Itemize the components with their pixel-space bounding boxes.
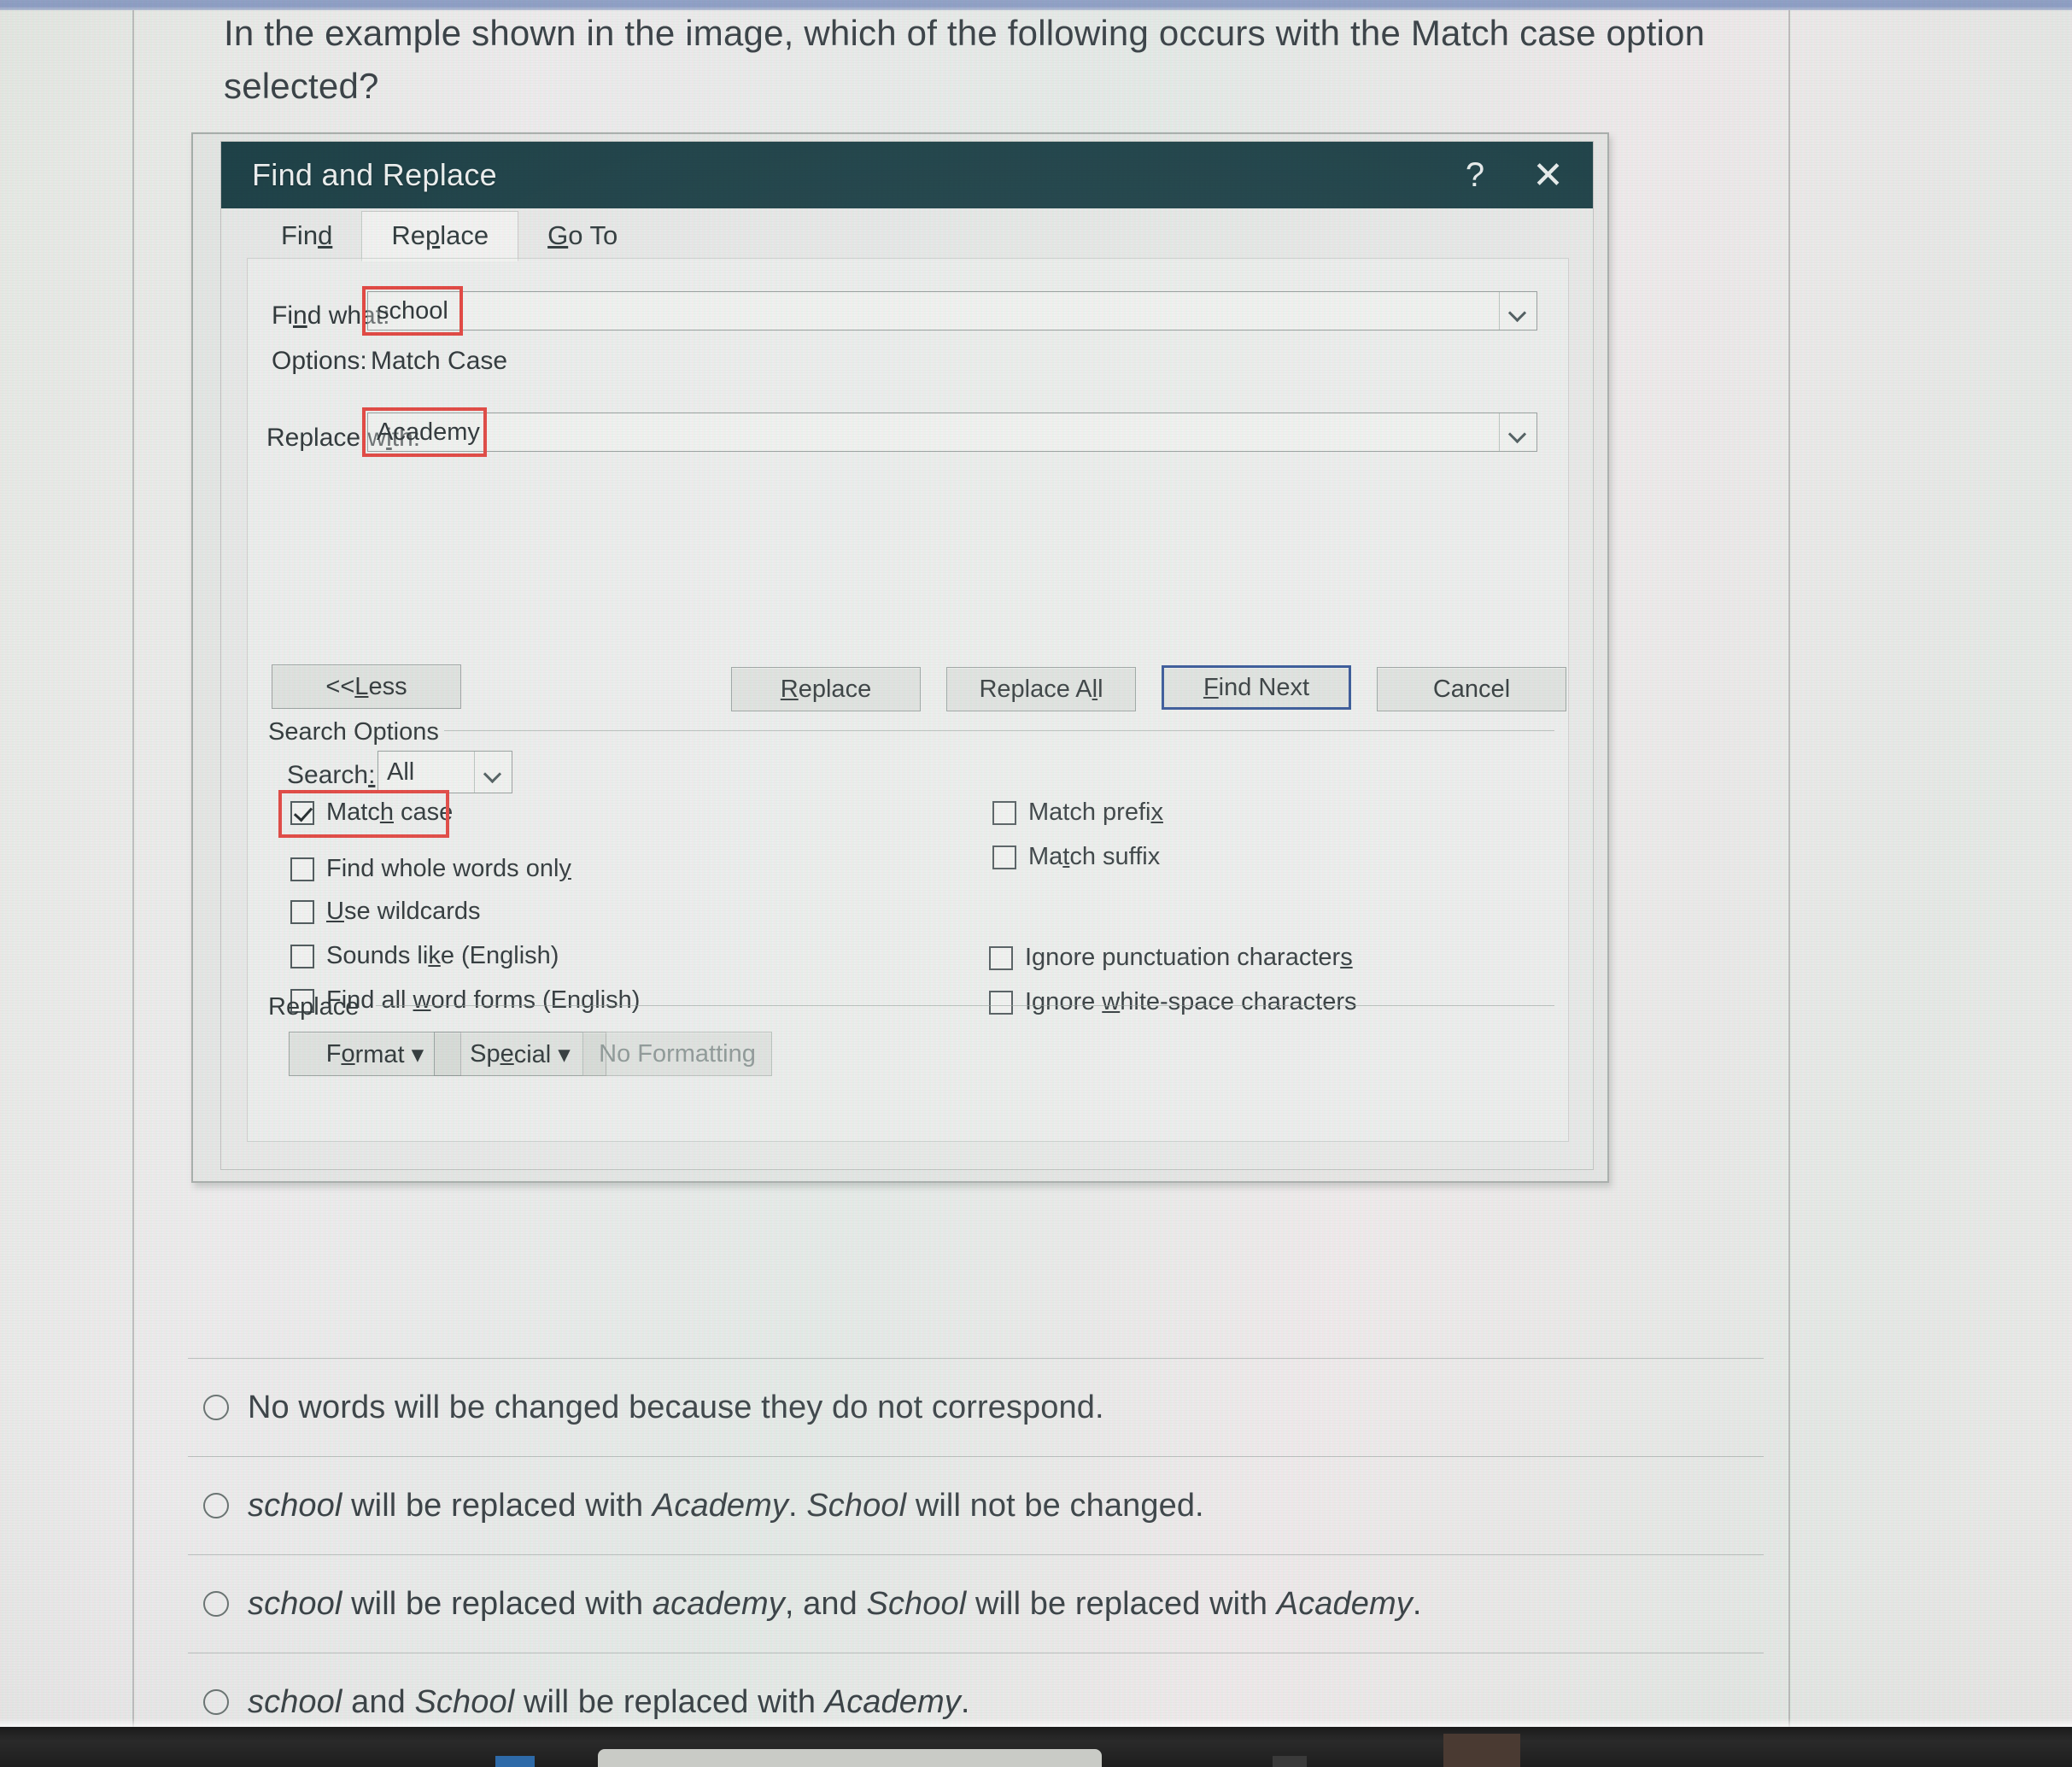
replace-tab-panel: Find what: school Options: Match Case Re… [247,258,1569,1142]
cancel-button: Cancel [1377,667,1566,711]
replace-with-value: Academy [377,418,480,446]
bezel-marker-left [495,1756,535,1767]
chevron-down-icon [486,768,501,776]
radio-icon[interactable] [203,1395,229,1420]
answer-option-2-text: school will be replaced with Academy. Sc… [248,1487,1204,1524]
help-icon[interactable]: ? [1466,156,1484,195]
search-value: All [387,758,415,786]
special-button[interactable]: Sp e cial ▾ [434,1032,606,1076]
checkbox-ignore-punctuation[interactable]: Ignore punctuation characters [989,944,1353,972]
checkbox-label-match-suffix: Match suffix [1028,843,1161,870]
checkbox-match-suffix[interactable]: Match suffix [992,843,1160,871]
checkbox-icon[interactable] [992,845,1016,869]
checkbox-label-ignore-white-space: Ignore white-space characters [1025,988,1357,1015]
search-options-group-line [444,730,1554,731]
checkbox-use-wildcards[interactable]: Use wildcards [290,898,481,926]
answer-option-3-text: school will be replaced with academy, an… [248,1585,1422,1622]
no-formatting-button: No Formatting [582,1032,772,1076]
find-and-replace-dialog: Find and Replace ? ✕ Find Replace Go To … [220,141,1594,1170]
checkbox-icon[interactable] [290,944,314,968]
options-label: Options: [272,347,367,375]
find-next-button[interactable]: Find Next [1162,665,1351,710]
find-what-combobox[interactable]: school [367,291,1537,331]
replace-button[interactable]: Replace [731,667,921,711]
replace-all-button[interactable]: Replace All [946,667,1136,711]
dialog-titlebar: Find and Replace ? ✕ [221,142,1593,208]
chevron-down-icon [1511,307,1526,315]
page-left-rule [132,10,134,1727]
tab-replace[interactable]: Replace [361,211,519,261]
checkbox-label-ignore-punctuation: Ignore punctuation characters [1025,944,1353,971]
replace-group-line [376,1005,1554,1006]
checkbox-ignore-white-space[interactable]: Ignore white-space characters [989,988,1357,1016]
search-combobox[interactable]: All [378,751,512,793]
checkbox-find-whole-words-only[interactable]: Find whole words only [290,855,571,883]
answer-option-3[interactable]: school will be replaced with academy, an… [188,1554,1764,1653]
search-label: Search: [287,761,376,789]
tab-find[interactable]: Find [252,212,361,261]
answer-option-1[interactable]: No words will be changed because they do… [188,1358,1764,1456]
close-icon[interactable]: ✕ [1532,154,1564,197]
radio-icon[interactable] [203,1591,229,1617]
checkbox-sounds-like[interactable]: Sounds like (English) [290,942,559,970]
checkbox-label-sounds-like: Sounds like (English) [326,942,559,969]
photographed-screen: In the example shown in the image, which… [0,0,2072,1767]
radio-icon[interactable] [203,1493,229,1518]
checkbox-match-case[interactable]: Match case [290,799,453,827]
options-value: Match Case [371,347,508,375]
less-button[interactable]: << Less [272,664,461,709]
replace-group-label: Replace [268,993,360,1021]
search-dropdown-arrow[interactable] [474,752,512,793]
find-what-value: school [377,296,448,325]
answer-option-4-text: school and School will be replaced with … [248,1683,970,1720]
checkbox-icon-checked[interactable] [290,800,314,825]
checkbox-label-find-whole-words-only: Find whole words only [326,855,571,882]
answer-option-1-text: No words will be changed because they do… [248,1389,1104,1425]
checkbox-label-use-wildcards: Use wildcards [326,898,481,925]
answer-options-list: No words will be changed because they do… [188,1358,1764,1751]
replace-with-dropdown-arrow[interactable] [1499,413,1536,451]
dialog-title: Find and Replace [252,157,497,192]
replace-with-combobox[interactable]: Academy [367,412,1537,452]
dialog-tabstrip: Find Replace Go To [221,208,1593,261]
bezel-notch [598,1749,1102,1767]
bezel-marker-right [1273,1756,1307,1767]
bezel-marker-far-right [1443,1734,1520,1767]
checkbox-icon[interactable] [989,945,1013,970]
search-options-group-label: Search Options [268,718,439,746]
answer-option-2[interactable]: school will be replaced with Academy. Sc… [188,1456,1764,1554]
checkbox-label-find-all-word-forms: Find all word forms (English) [326,986,641,1014]
checkbox-match-prefix[interactable]: Match prefix [992,799,1163,827]
checkbox-icon[interactable] [290,857,314,881]
question-text: In the example shown in the image, which… [224,13,1706,106]
checkbox-label-match-case: Match case [326,799,454,826]
radio-icon[interactable] [203,1689,229,1715]
chevron-down-icon [1511,428,1526,436]
checkbox-icon[interactable] [989,990,1013,1015]
checkbox-label-match-prefix: Match prefix [1028,799,1163,826]
checkbox-icon[interactable] [290,899,314,924]
tab-go-to[interactable]: Go To [518,212,647,261]
page-right-rule [1788,10,1790,1727]
checkbox-icon[interactable] [992,800,1016,825]
find-what-dropdown-arrow[interactable] [1499,292,1536,330]
